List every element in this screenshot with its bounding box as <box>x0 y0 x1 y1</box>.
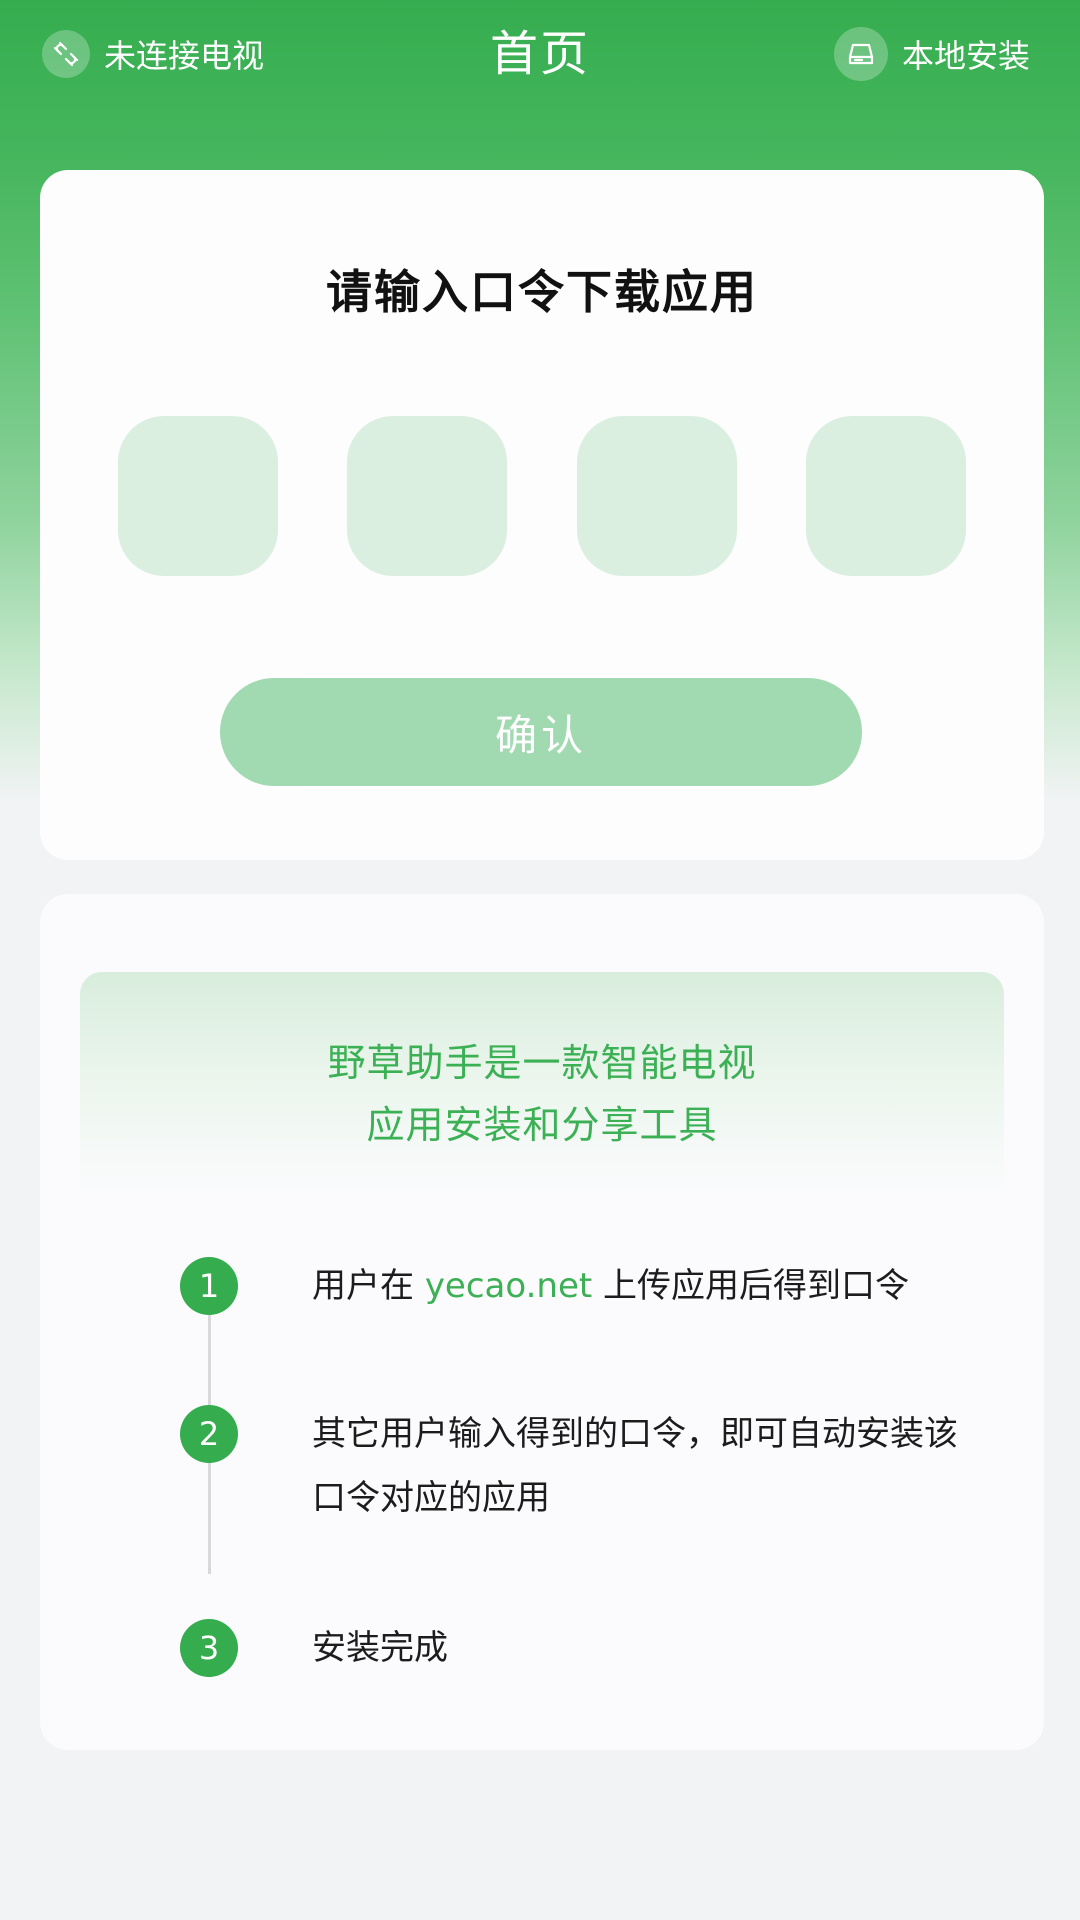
top-bar: 未连接电视 首页 本地安装 <box>0 0 1080 112</box>
step-number-badge: 2 <box>180 1405 238 1463</box>
intro-line-1: 野草助手是一款智能电视 <box>327 1041 757 1085</box>
step-text: 用户在 yecao.net 上传应用后得到口令 <box>312 1254 972 1318</box>
local-install-button[interactable]: 本地安装 <box>833 27 1030 81</box>
code-input-2[interactable] <box>347 416 508 576</box>
code-input-1[interactable] <box>118 416 278 576</box>
info-card: 野草助手是一款智能电视 应用安装和分享工具 1 用户在 yecao.net 上传… <box>40 894 1044 1750</box>
code-entry-card: 请输入口令下载应用 确认 <box>40 170 1044 860</box>
intro-line-2: 应用安装和分享工具 <box>366 1103 718 1147</box>
code-input-3[interactable] <box>576 416 737 576</box>
step-number-badge: 1 <box>180 1257 238 1315</box>
site-link[interactable]: yecao.net <box>425 1266 592 1306</box>
intro-text: 野草助手是一款智能电视 应用安装和分享工具 <box>80 1032 1004 1156</box>
code-input-group <box>118 416 966 576</box>
step-number-badge: 3 <box>180 1619 238 1677</box>
step-text: 其它用户输入得到的口令，即可自动安装该口令对应的应用 <box>312 1414 958 1518</box>
code-entry-title: 请输入口令下载应用 <box>326 265 758 319</box>
step-text: 安装完成 <box>312 1628 448 1668</box>
step-text-before: 用户在 <box>312 1266 425 1306</box>
intro-banner: 野草助手是一款智能电视 应用安装和分享工具 <box>80 972 1004 1194</box>
step-text-after: 上传应用后得到口令 <box>592 1266 910 1306</box>
local-install-label: 本地安装 <box>901 37 1030 75</box>
confirm-button[interactable]: 确认 <box>220 678 862 786</box>
code-input-4[interactable] <box>805 416 966 576</box>
drive-icon <box>833 27 888 81</box>
